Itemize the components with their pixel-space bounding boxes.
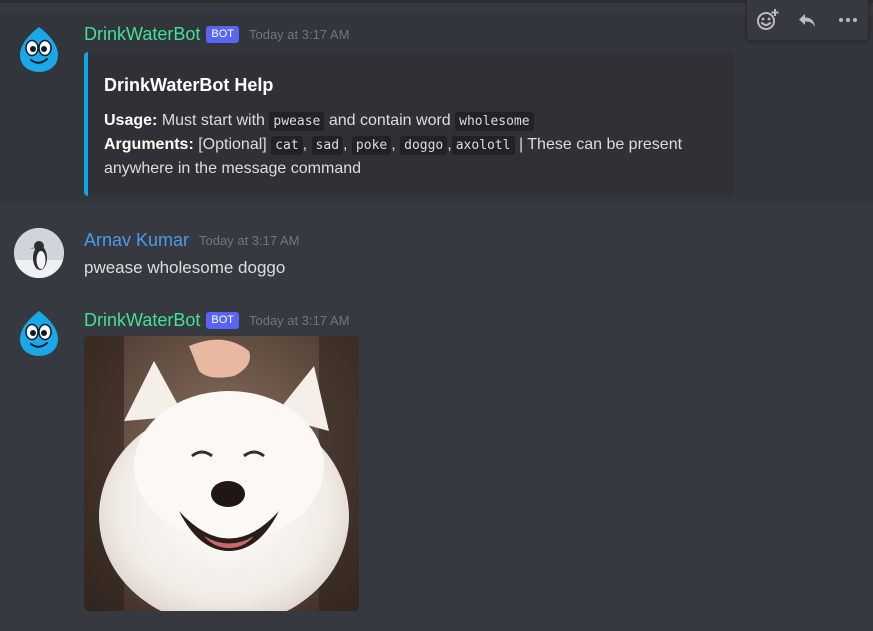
bot-badge: BOT [206,312,239,329]
code-poke: poke [351,136,392,155]
samoyed-dog-image [84,336,359,611]
message-header: DrinkWaterBot BOT Today at 3:17 AM [84,310,349,331]
penguin-avatar-icon [14,228,64,278]
timestamp[interactable]: Today at 3:17 AM [199,233,299,248]
author-name[interactable]: Arnav Kumar [84,230,189,251]
usage-text-2: and contain word [328,112,451,129]
bot-badge: BOT [206,26,239,43]
code-wholesome: wholesome [455,112,534,131]
code-pwease: pwease [269,112,325,131]
more-options-button[interactable] [831,3,865,37]
more-icon [838,18,857,22]
drinkwaterbot-avatar-icon [20,311,58,356]
message-header: Arnav Kumar Today at 3:17 AM [84,230,300,251]
top-divider [0,0,873,3]
user-avatar[interactable] [14,228,64,278]
author-name[interactable]: DrinkWaterBot [84,24,200,45]
arguments-label: Arguments: [104,136,194,153]
drinkwaterbot-avatar-icon [20,27,58,72]
arguments-optional: [Optional] [198,136,267,153]
code-axolotl: axolotl [451,136,515,155]
usage-line: Usage: Must start with pwease and contai… [104,109,714,133]
timestamp[interactable]: Today at 3:17 AM [249,27,349,42]
message-user: Arnav Kumar Today at 3:17 AM pwease whol… [0,220,873,286]
message-bot-help: DrinkWaterBot BOT Today at 3:17 AM Drink… [0,14,873,202]
doggo-image[interactable] [84,336,359,611]
code-sad: sad [311,136,344,155]
message-toolbar [746,0,869,41]
timestamp[interactable]: Today at 3:17 AM [249,313,349,328]
message-header: DrinkWaterBot BOT Today at 3:17 AM [84,24,349,45]
author-name[interactable]: DrinkWaterBot [84,310,200,331]
add-reaction-icon [757,9,779,30]
embed-description: Usage: Must start with pwease and contai… [104,109,714,180]
arguments-line: Arguments: [Optional] cat, sad, poke, do… [104,136,683,177]
usage-text-1: Must start with [161,112,265,129]
reply-icon [799,14,816,27]
reply-button[interactable] [790,3,824,37]
help-embed: DrinkWaterBot Help Usage: Must start wit… [84,52,734,196]
bot-avatar[interactable] [14,24,64,74]
add-reaction-button[interactable] [750,3,784,37]
code-cat: cat [271,136,303,155]
message-content: pwease wholesome doggo [84,258,286,277]
code-doggo: doggo [400,136,448,155]
bot-avatar[interactable] [14,308,64,358]
usage-label: Usage: [104,112,158,129]
embed-title: DrinkWaterBot Help [104,75,274,95]
